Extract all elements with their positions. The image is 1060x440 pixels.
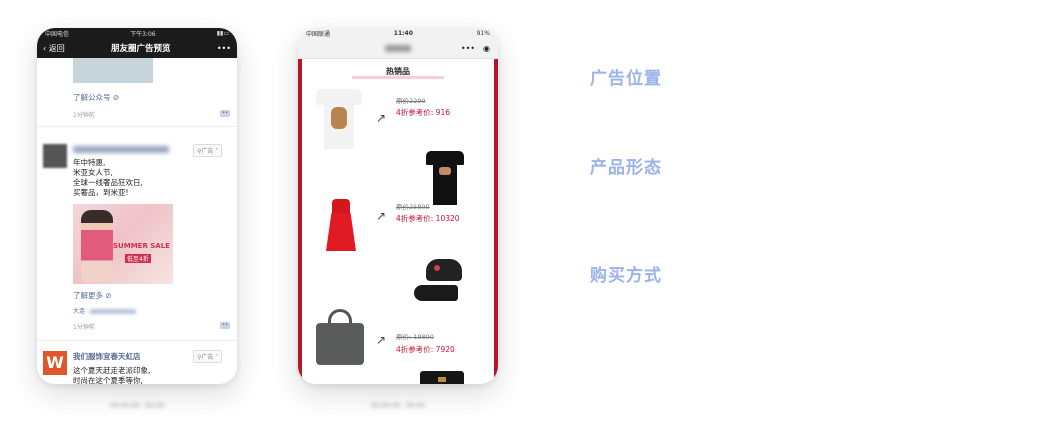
phone-mini-program-page: 中国联通 11:40 91% ••• ◉ 热销品 ↗ 原价2290 4折参考价:… (298, 28, 498, 384)
prev-post-image (73, 58, 153, 83)
post-text: 这个夏天赶走老派印象, 时尚在这个夏季等你, (73, 366, 150, 384)
carrier-label: 中国联通 (306, 30, 331, 38)
arrow-icon: ↗ (376, 209, 387, 223)
chevron-down-icon: ˅ (213, 148, 219, 155)
original-price: 原价: 19800 (396, 333, 434, 341)
page-title-blurred (385, 44, 412, 52)
divider (37, 340, 237, 341)
phone-wechat-moments-preview: 中国电信 下午3:06 ▮▮▭ ‹ 返回 朋友圈广告预览 ••• 了解公众号 ⊘… (37, 28, 237, 384)
learn-official-account-link[interactable]: 了解公众号 ⊘ (73, 92, 119, 103)
link-icon: ⊘ (110, 93, 120, 102)
ad-banner-image[interactable]: SUMMER SALE 低至4折 (73, 204, 173, 284)
label-ad-position: 广告位置 (590, 69, 662, 89)
tshirt-body (433, 159, 457, 205)
model-figure (81, 210, 113, 282)
avatar[interactable]: W (43, 351, 67, 375)
arrow-icon: ↗ (376, 111, 387, 125)
advertiser-name[interactable]: 我们服饰宜春天虹店 (73, 351, 141, 362)
product-image-black-clutch[interactable] (420, 371, 464, 384)
nav-bar: ‹ 返回 朋友圈广告预览 ••• (37, 38, 237, 58)
location-detail-blurred (89, 309, 136, 314)
post-time: 1分钟前 (73, 112, 95, 119)
arrow-icon: ↗ (376, 333, 387, 347)
floral-detail (434, 265, 440, 271)
banner-title: SUMMER SALE (113, 242, 170, 250)
nav-bar: ••• ◉ (298, 38, 498, 59)
shoe-sole (414, 285, 458, 301)
status-time: 11:40 (393, 29, 413, 37)
more-button[interactable]: ••• (217, 44, 231, 53)
close-target-icon[interactable]: ◉ (483, 44, 490, 53)
post-text-line: 年中特惠, (73, 158, 106, 167)
status-time: 下午3:06 (130, 30, 156, 38)
discount-price: 4折参考价: 10320 (396, 214, 460, 223)
section-title-underline (352, 76, 444, 79)
shoe-upper (426, 259, 462, 281)
original-price: 原价2290 (396, 97, 426, 105)
ad-badge[interactable]: ⚲广告 ˅ (193, 144, 223, 157)
moments-feed: 了解公众号 ⊘ 1分钟前 •• ⚲广告 ˅ 年中特惠, 米亚女人节, 全球一线奢… (37, 58, 237, 384)
product-image-tshirt-bear[interactable] (316, 89, 362, 151)
battery-label: 91% (476, 29, 490, 37)
link-icon: ⊘ (103, 291, 112, 300)
tshirt-print (439, 167, 451, 175)
link-label: 了解公众号 (73, 93, 111, 102)
clutch-clasp (438, 377, 446, 382)
post-text-line: 买奢品，到米亚! (73, 188, 129, 197)
more-button[interactable]: ••• (461, 44, 475, 53)
avatar-letter: W (46, 353, 64, 372)
product-image-black-tshirt[interactable] (426, 151, 464, 205)
bear-print (331, 107, 347, 129)
post-text-line: 时尚在这个夏季等你, (73, 376, 143, 384)
link-label: 了解更多 (73, 291, 103, 300)
back-label: 返回 (48, 43, 65, 53)
product-list-frame: 热销品 ↗ 原价2290 4折参考价: 916 ↗ 原价25800 4折参考价:… (298, 59, 498, 384)
learn-more-link[interactable]: 了解更多 ⊘ (73, 290, 112, 301)
status-bar: 中国电信 下午3:06 ▮▮▭ (37, 28, 237, 38)
comment-icon[interactable]: •• (220, 322, 230, 329)
location-label: 大连 (73, 308, 86, 315)
capsule-menu[interactable]: ••• ◉ (461, 44, 490, 53)
dress-skirt (326, 213, 356, 251)
post-text-line: 全球一线奢品狂欢日, (73, 178, 143, 187)
ad-badge-label: 广告 (201, 354, 214, 361)
carrier-label: 中国电信 (45, 30, 70, 38)
comment-icon[interactable]: •• (220, 110, 230, 117)
post-text-line: 这个夏天赶走老派印象, (73, 366, 151, 375)
advertiser-name-blurred[interactable] (73, 146, 169, 153)
label-purchase-method: 购买方式 (590, 266, 662, 286)
page-title: 朋友圈广告预览 (111, 44, 171, 54)
product-image-red-dress[interactable] (326, 199, 356, 251)
post-text-line: 米亚女人节, (73, 168, 113, 177)
post-location[interactable]: 大连 (73, 306, 136, 315)
post-time: 1分钟前 (73, 324, 95, 331)
discount-price: 4折参考价: 7920 (396, 345, 455, 354)
avatar[interactable] (43, 144, 67, 168)
discount-price: 4折参考价: 916 (396, 108, 450, 117)
divider (37, 126, 237, 127)
product-image-gray-handbag[interactable] (316, 309, 364, 365)
label-product-form: 产品形态 (590, 158, 662, 178)
ad-badge[interactable]: ⚲广告 ˅ (193, 350, 223, 363)
dress-top (332, 199, 350, 215)
status-bar: 中国联通 11:40 91% (298, 28, 498, 38)
product-image-heels[interactable] (414, 259, 466, 305)
banner-subtitle: 低至4折 (125, 254, 151, 263)
post-text: 年中特惠, 米亚女人节, 全球一线奢品狂欢日, 买奢品，到米亚! (73, 158, 143, 198)
phone1-caption-blurred: ▬▬▬ ▬▬ (109, 398, 165, 411)
bag-body (316, 323, 364, 365)
back-button[interactable]: ‹ 返回 (43, 43, 65, 54)
chevron-down-icon: ˅ (213, 354, 219, 361)
battery-icon: ▮▮▭ (216, 29, 229, 37)
phone2-caption-blurred: ▬▬▬ ▬▬ (370, 398, 426, 411)
original-price: 原价25800 (396, 203, 430, 211)
ad-badge-label: 广告 (201, 148, 214, 155)
